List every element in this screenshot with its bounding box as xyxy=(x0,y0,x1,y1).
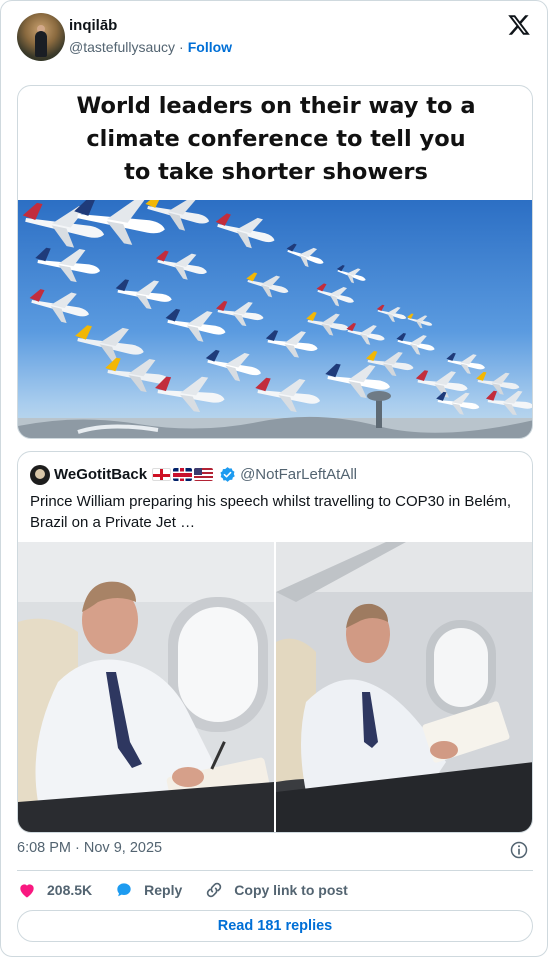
separator: · xyxy=(179,39,184,55)
author-avatar[interactable] xyxy=(17,13,65,61)
reply-label: Reply xyxy=(144,882,183,898)
post-actions: 208.5K Reply Copy link to post xyxy=(17,879,370,901)
quoted-author-avatar[interactable] xyxy=(30,465,50,485)
reply-button[interactable]: Reply xyxy=(114,880,182,900)
post-card: inqilāb @tastefullysaucy · Follow World le… xyxy=(0,0,548,957)
post-timestamp[interactable]: 6:08 PM · Nov 9, 2025 xyxy=(17,840,162,856)
quoted-photo-right[interactable] xyxy=(276,542,533,832)
flag-england-icon xyxy=(152,468,172,481)
like-count: 208.5K xyxy=(47,882,93,898)
post-media[interactable]: World leaders on their way to a climate … xyxy=(17,85,533,439)
author-handle-row: @tastefullysaucy · Follow xyxy=(69,39,232,55)
heart-icon xyxy=(20,884,34,898)
flag-emojis xyxy=(152,468,214,481)
quoted-post[interactable]: WeGotitBack @NotFarLeftAtAll Prince Will… xyxy=(17,451,533,833)
like-button[interactable]: 208.5K xyxy=(17,880,92,900)
author-display-name[interactable]: inqilāb xyxy=(69,17,117,34)
flag-united-kingdom-icon xyxy=(173,468,193,481)
meme-caption-line: to take shorter showers xyxy=(124,159,428,185)
meme-caption-line: World leaders on their way to a xyxy=(76,93,476,119)
follow-button[interactable]: Follow xyxy=(188,39,232,55)
x-logo-icon[interactable] xyxy=(507,13,531,37)
link-icon xyxy=(207,882,222,898)
read-replies-button[interactable]: Read 181 replies xyxy=(17,910,533,942)
reply-bubble-icon xyxy=(117,883,131,897)
airplanes-photo xyxy=(18,200,532,438)
author-handle[interactable]: @tastefullysaucy xyxy=(69,39,175,55)
copy-link-button[interactable]: Copy link to post xyxy=(204,880,348,900)
quoted-author-handle: @NotFarLeftAtAll xyxy=(240,466,358,483)
info-icon[interactable] xyxy=(509,840,529,860)
verified-badge-icon xyxy=(220,467,235,482)
divider xyxy=(17,870,533,871)
copy-link-label: Copy link to post xyxy=(234,882,348,898)
quoted-post-header: WeGotitBack @NotFarLeftAtAll xyxy=(54,466,357,483)
flag-united-states-icon xyxy=(194,468,214,481)
meme-caption: World leaders on their way to a climate … xyxy=(18,86,532,200)
quoted-post-text: Prince William preparing his speech whil… xyxy=(30,493,512,531)
meme-caption-line: climate conference to tell you xyxy=(86,126,466,152)
quoted-photo-left[interactable] xyxy=(18,542,274,832)
quoted-author-name[interactable]: WeGotitBack xyxy=(54,466,147,483)
